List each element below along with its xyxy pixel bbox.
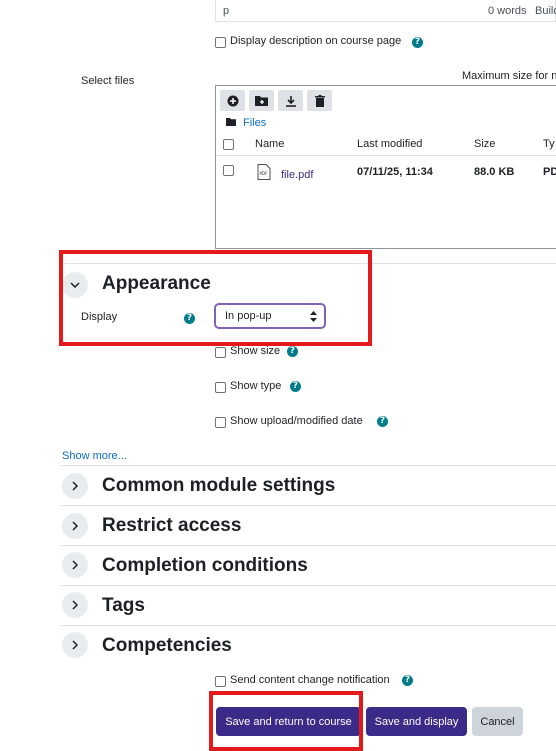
select-all-checkbox[interactable] xyxy=(223,139,234,150)
chevron-right-icon xyxy=(72,481,78,491)
folder-plus-icon xyxy=(255,96,268,106)
cancel-label: Cancel xyxy=(480,715,515,728)
column-type[interactable]: Ty xyxy=(543,138,555,150)
save-and-display-button[interactable]: Save and display xyxy=(366,707,467,736)
section-heading-common-module[interactable]: Common module settings xyxy=(102,475,335,497)
editor-path: p xyxy=(223,5,230,17)
table-divider xyxy=(216,155,556,156)
section-heading-competencies[interactable]: Competencies xyxy=(102,635,232,657)
column-name[interactable]: Name xyxy=(255,138,284,150)
section-divider xyxy=(61,545,556,546)
section-divider xyxy=(61,505,556,506)
trash-icon xyxy=(314,94,325,107)
highlight-box-appearance xyxy=(59,250,372,346)
help-icon[interactable]: ? xyxy=(412,37,423,48)
file-type: PD xyxy=(543,166,556,178)
display-description-label: Display description on course page xyxy=(230,35,402,47)
show-more-link[interactable]: Show more... xyxy=(62,450,127,462)
section-heading-restrict-access[interactable]: Restrict access xyxy=(102,515,241,537)
folder-path-files[interactable]: Files xyxy=(243,117,266,129)
select-files-label: Select files xyxy=(81,75,135,87)
show-type-checkbox[interactable] xyxy=(215,382,226,393)
send-notification-label: Send content change notification xyxy=(230,674,390,686)
column-last-modified[interactable]: Last modified xyxy=(357,138,422,150)
add-file-button[interactable] xyxy=(220,90,245,111)
chevron-right-icon xyxy=(72,560,78,570)
word-count: 0 words xyxy=(488,5,527,17)
chevron-right-icon xyxy=(72,521,78,531)
delete-button[interactable] xyxy=(307,90,332,111)
show-date-label: Show upload/modified date xyxy=(230,415,363,427)
max-size-label: Maximum size for n xyxy=(462,70,556,82)
add-icon xyxy=(227,95,238,106)
show-date-help-icon[interactable]: ? xyxy=(377,416,388,427)
file-modified: 07/11/25, 11:34 xyxy=(357,166,433,178)
show-type-label: Show type xyxy=(230,380,282,392)
section-heading-completion[interactable]: Completion conditions xyxy=(102,555,308,577)
svg-text:PDF: PDF xyxy=(260,171,268,176)
common-module-expand-toggle[interactable] xyxy=(62,473,88,499)
save-and-display-label: Save and display xyxy=(374,715,459,728)
chevron-right-icon xyxy=(72,640,78,650)
show-size-label: Show size xyxy=(230,345,281,357)
folder-icon xyxy=(226,118,236,126)
download-button[interactable] xyxy=(278,90,303,111)
competencies-expand-toggle[interactable] xyxy=(62,632,88,658)
create-folder-button[interactable] xyxy=(249,90,274,111)
notification-help-icon[interactable]: ? xyxy=(402,675,413,686)
tags-expand-toggle[interactable] xyxy=(62,592,88,618)
send-notification-checkbox[interactable] xyxy=(215,676,226,687)
show-date-checkbox[interactable] xyxy=(215,417,226,428)
show-size-checkbox[interactable] xyxy=(215,347,226,358)
completion-expand-toggle[interactable] xyxy=(62,552,88,578)
section-divider xyxy=(61,625,556,626)
file-size: 88.0 KB xyxy=(474,166,515,178)
section-divider xyxy=(61,465,556,466)
pdf-file-icon: PDF xyxy=(257,164,271,180)
file-picker: Files Name Last modified Size Ty PDF fil… xyxy=(215,85,556,249)
download-icon xyxy=(285,95,296,107)
file-row-checkbox[interactable] xyxy=(223,165,234,176)
restrict-access-expand-toggle[interactable] xyxy=(62,513,88,539)
editor-status-bar: p 0 words Build xyxy=(215,0,556,22)
display-description-checkbox[interactable] xyxy=(215,37,226,48)
highlight-box-save-button xyxy=(209,691,363,751)
show-size-help-icon[interactable]: ? xyxy=(287,346,298,357)
section-heading-tags[interactable]: Tags xyxy=(102,595,145,617)
file-name-link[interactable]: file.pdf xyxy=(281,169,313,181)
cancel-button[interactable]: Cancel xyxy=(472,707,523,736)
show-type-help-icon[interactable]: ? xyxy=(290,381,301,392)
column-size[interactable]: Size xyxy=(474,138,495,150)
section-divider xyxy=(61,585,556,586)
editor-build-label: Build xyxy=(535,5,556,17)
chevron-right-icon xyxy=(72,600,78,610)
